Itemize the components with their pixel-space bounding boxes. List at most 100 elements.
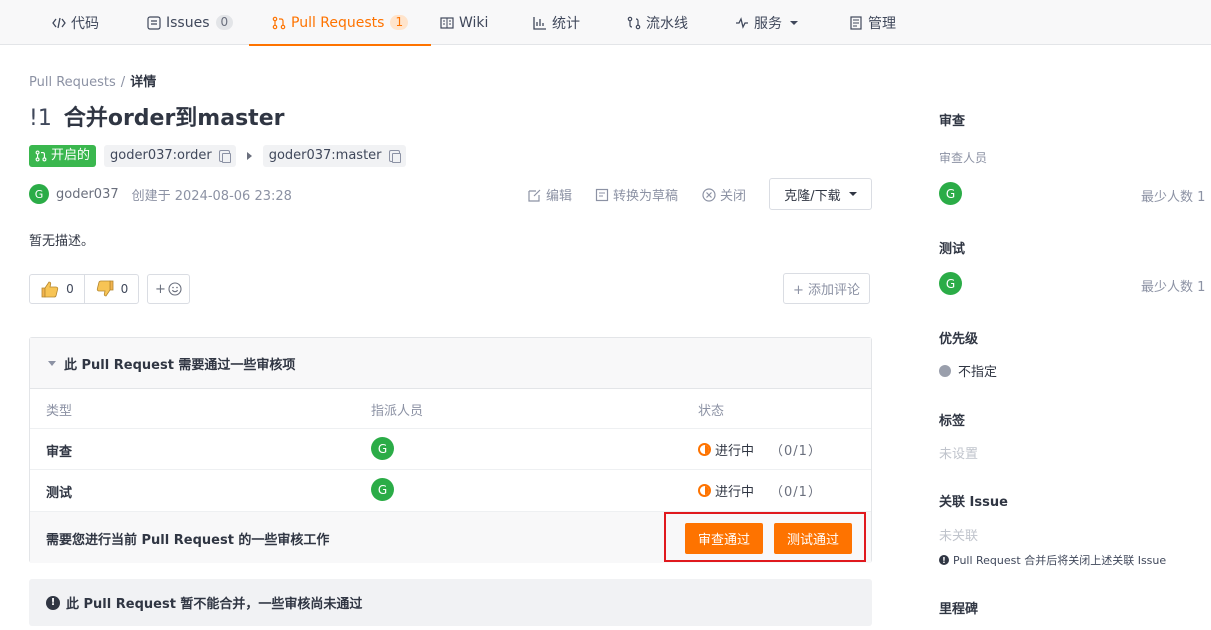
wiki-icon (440, 16, 454, 30)
sidebar-issue-title: 关联 Issue (939, 495, 1008, 510)
thumbs-down-button[interactable]: 0 (84, 275, 138, 303)
tab-service[interactable]: 服务 (735, 0, 798, 45)
thumbs-up-icon (41, 281, 59, 298)
review-panel-header[interactable]: 此 Pull Request 需要通过一些审核项 (30, 338, 871, 389)
sidebar-test-title: 测试 (939, 242, 966, 257)
breadcrumb: Pull Requests / 详情 (29, 71, 156, 90)
reaction-group: 0 0 (29, 274, 139, 304)
priority-label: 不指定 (958, 365, 998, 380)
pr-description: 暂无描述。 (29, 234, 95, 249)
avatar[interactable]: G (939, 272, 962, 295)
thumbs-down-icon (96, 280, 114, 297)
add-comment-button[interactable]: + 添加评论 (783, 273, 870, 304)
tab-label: Issues (166, 14, 210, 31)
test-row-status: 进行中 （0/1） (698, 481, 822, 500)
clone-download-button[interactable]: 克隆/下载 (769, 178, 872, 210)
review-header-text: 此 Pull Request 需要通过一些审核项 (64, 357, 296, 373)
tab-issues[interactable]: Issues 0 (147, 0, 234, 45)
sidebar-milestone-title: 里程碑 (939, 602, 979, 617)
created-time: 创建于 2024-08-06 23:28 (131, 188, 292, 204)
review-panel: 此 Pull Request 需要通过一些审核项 类型 指派人员 状态 审查 G… (29, 337, 872, 563)
close-icon (702, 187, 716, 202)
exclamation-icon: ! (939, 555, 949, 565)
breadcrumb-parent[interactable]: Pull Requests (29, 75, 116, 90)
avatar[interactable]: G (939, 182, 962, 205)
emoji-plus: + (155, 281, 166, 297)
tab-pull-requests[interactable]: Pull Requests 1 (248, 0, 432, 46)
pipeline-icon (627, 16, 641, 30)
issue-note: ! Pull Request 合并后将关闭上述关联 Issue (939, 552, 1166, 568)
thumbs-up-button[interactable]: 0 (30, 275, 84, 303)
target-branch-label: goder037:master (268, 148, 382, 163)
priority-value[interactable]: 不指定 (939, 361, 997, 380)
service-icon (735, 16, 749, 30)
tab-wiki[interactable]: Wiki (440, 0, 488, 45)
convert-draft-label: 转换为草稿 (613, 189, 679, 204)
tab-label: 代码 (71, 15, 99, 32)
source-branch-label: goder037:order (110, 148, 212, 163)
avatar[interactable]: G (29, 184, 49, 204)
tab-label: Wiki (459, 14, 489, 31)
tab-pipeline[interactable]: 流水线 (627, 0, 688, 45)
branch-row: 开启的 goder037:order goder037:master (29, 144, 406, 168)
author-name[interactable]: goder037 (56, 187, 119, 202)
edit-icon (528, 189, 541, 202)
copy-icon[interactable] (218, 150, 231, 163)
progress-text: （0/1） (770, 485, 822, 500)
stats-icon (533, 16, 547, 30)
tab-label: Pull Requests (291, 14, 385, 31)
author-row: G goder037 创建于 2024-08-06 23:28 (29, 184, 292, 204)
exclamation-icon: ! (46, 595, 60, 610)
arrow-right-icon (246, 152, 252, 160)
work-label: 需要您进行当前 Pull Request 的一些审核工作 (46, 533, 330, 548)
column-type: 类型 (46, 404, 73, 419)
convert-draft-button[interactable]: 转换为草稿 (595, 185, 678, 204)
edit-button[interactable]: 编辑 (528, 185, 572, 204)
highlight-box: 审查通过 测试通过 (664, 512, 866, 562)
close-label: 关闭 (720, 189, 747, 204)
approve-test-button[interactable]: 测试通过 (774, 523, 853, 554)
label-value[interactable]: 未设置 (939, 443, 978, 462)
tab-label: 统计 (552, 15, 580, 32)
test-min-count: 最少人数 1 (1141, 280, 1206, 295)
tab-stats[interactable]: 统计 (533, 0, 580, 45)
review-work-row: 需要您进行当前 Pull Request 的一些审核工作 审查通过 测试通过 (30, 511, 871, 563)
review-row-status: 进行中 （0/1） (698, 440, 822, 459)
in-progress-icon (698, 443, 711, 456)
close-pr-button[interactable]: 关闭 (702, 185, 746, 204)
copy-icon[interactable] (388, 150, 401, 163)
breadcrumb-current: 详情 (130, 75, 157, 90)
sidebar-label-title: 标签 (939, 414, 966, 429)
tab-manage[interactable]: 管理 (849, 0, 896, 45)
pr-title-text: 合并order到master (63, 106, 285, 131)
pull-request-icon (35, 150, 47, 162)
source-branch[interactable]: goder037:order (104, 145, 236, 167)
issues-icon (147, 15, 161, 30)
avatar[interactable]: G (371, 478, 394, 501)
progress-text: （0/1） (770, 444, 822, 459)
target-branch[interactable]: goder037:master (262, 145, 406, 167)
status-text: 进行中 (715, 485, 755, 500)
tab-code[interactable]: 代码 (52, 0, 99, 45)
draft-icon (595, 188, 609, 201)
tab-label: 服务 (754, 15, 782, 32)
tab-label: 流水线 (646, 15, 688, 32)
avatar[interactable]: G (371, 437, 394, 460)
test-row-type: 测试 (46, 486, 73, 501)
in-progress-icon (698, 484, 711, 497)
smiley-icon (168, 282, 182, 296)
chevron-down-icon (790, 20, 798, 25)
review-min-count: 最少人数 1 (1141, 190, 1206, 205)
pr-number: !1 (29, 106, 52, 131)
add-emoji-button[interactable]: + (147, 274, 190, 304)
priority-dot-icon (939, 364, 951, 377)
thumbs-up-count: 0 (66, 282, 74, 296)
issue-value[interactable]: 未关联 (939, 525, 978, 544)
approve-review-button[interactable]: 审查通过 (685, 523, 764, 554)
collapse-icon (48, 360, 56, 366)
manage-icon (849, 15, 863, 30)
top-nav: 代码 Issues 0 Pull Requests 1 Wiki 统计 流水线 (0, 0, 1211, 46)
pr-count-badge: 1 (390, 15, 409, 30)
edit-label: 编辑 (546, 189, 573, 204)
sidebar-priority-title: 优先级 (939, 332, 979, 347)
